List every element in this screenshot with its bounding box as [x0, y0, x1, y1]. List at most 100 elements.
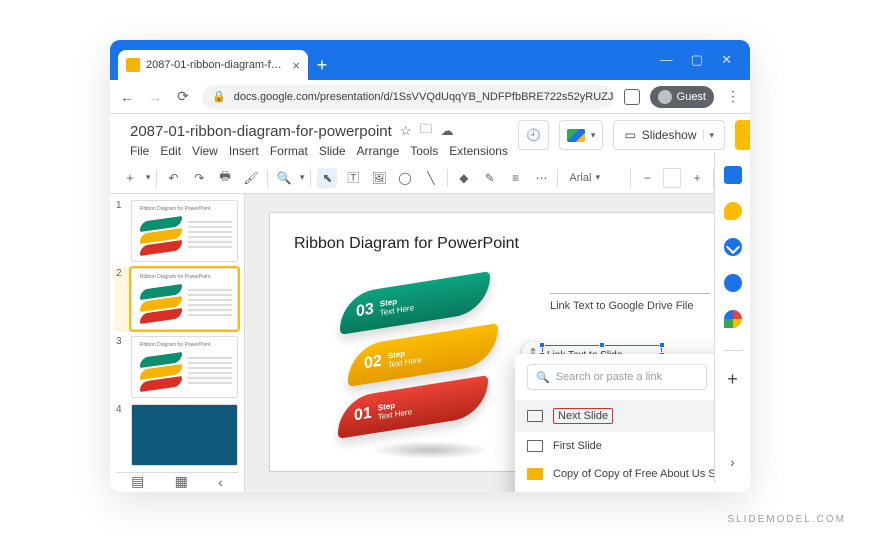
border-dash-icon[interactable]: ⋯	[532, 168, 552, 188]
kebab-menu-icon[interactable]: ⋮	[724, 88, 742, 105]
reload-icon[interactable]: ⟳	[174, 88, 192, 105]
link-search-input[interactable]: 🔍 Search or paste a link	[527, 364, 707, 390]
calendar-icon[interactable]	[724, 166, 742, 184]
back-icon[interactable]: ←	[118, 89, 136, 105]
menu-tools[interactable]: Tools	[410, 144, 438, 158]
font-size-input[interactable]	[663, 168, 681, 188]
side-panel: + ›	[714, 152, 750, 482]
forward-icon[interactable]: →	[146, 89, 164, 105]
url-text: docs.google.com/presentation/d/1SsVVQdUq…	[234, 91, 614, 103]
menu-arrange[interactable]: Arrange	[357, 144, 400, 158]
minimize-icon[interactable]: —	[660, 52, 673, 68]
address-bar[interactable]: 🔒 docs.google.com/presentation/d/1SsVVQd…	[202, 85, 614, 109]
watermark: SLIDEMODEL.COM	[727, 514, 846, 525]
keep-icon[interactable]	[724, 202, 742, 220]
slide-thumb-4[interactable]: 4	[116, 404, 238, 466]
maps-icon[interactable]	[724, 310, 742, 328]
meet-icon	[567, 129, 585, 142]
menu-view[interactable]: View	[192, 144, 218, 158]
slideshow-button[interactable]: ▭ Slideshow ▾	[613, 120, 725, 150]
close-window-icon[interactable]: ✕	[721, 52, 732, 68]
play-icon: ▭	[624, 128, 635, 142]
select-tool-icon[interactable]: ⬉	[317, 168, 337, 188]
new-tab-button[interactable]: +	[308, 50, 336, 80]
editor-toolbar: +▾ ↶ ↷ 🖶 🖌 🔍▾ ⬉ 🅃 🖼 ◯ ╲ ◆ ✎ ≡ ⋯ Arial▾ −…	[110, 162, 750, 194]
slide-thumb-1[interactable]: 1 Ribbon Diagram for PowerPoint	[116, 200, 238, 262]
line-tool-icon[interactable]: ╲	[421, 168, 441, 188]
zoom-icon[interactable]: 🔍	[274, 168, 294, 188]
thumb-mode-bar: ▤ ▦ ‹	[116, 472, 238, 490]
caption-1[interactable]: Link Text to Google Drive File	[550, 300, 710, 312]
extensions-icon[interactable]	[624, 89, 640, 105]
image-tool-icon[interactable]: 🖼	[369, 168, 389, 188]
window-controls: — ▢ ✕	[650, 46, 742, 80]
contacts-icon[interactable]	[724, 274, 742, 292]
share-button[interactable]: 🔒 Share	[735, 120, 750, 150]
right-caption-block[interactable]: Link Text to Google Drive File	[550, 293, 710, 342]
slide-title[interactable]: Ribbon Diagram for PowerPoint	[294, 235, 701, 253]
slide-thumb-3[interactable]: 3 Ribbon Diagram for PowerPoint	[116, 336, 238, 398]
menu-edit[interactable]: Edit	[160, 144, 181, 158]
close-tab-icon[interactable]: ×	[292, 58, 300, 73]
redo-icon[interactable]: ↷	[189, 168, 209, 188]
menu-extensions[interactable]: Extensions	[449, 144, 508, 158]
tab-title: 2087-01-ribbon-diagram-for-po	[146, 59, 286, 71]
ribbon-graphic[interactable]: 03 StepText Here 02 StepText Here 01 Ste…	[330, 283, 510, 453]
border-weight-icon[interactable]: ≡	[506, 168, 526, 188]
link-option-file-2[interactable]: 7881-01-self-introduction-powerpoint-tem…	[515, 488, 750, 492]
slide-panel: 1 Ribbon Diagram for PowerPoint 2 Ribbon…	[110, 194, 245, 492]
menu-slide[interactable]: Slide	[319, 144, 346, 158]
hide-sidepanel-icon[interactable]: ›	[730, 454, 735, 470]
paint-format-icon[interactable]: 🖌	[241, 168, 261, 188]
slide-thumb-2[interactable]: 2 Ribbon Diagram for PowerPoint	[114, 266, 240, 332]
browser-toolbar: ← → ⟳ 🔒 docs.google.com/presentation/d/1…	[110, 80, 750, 114]
history-button[interactable]: 🕘	[518, 120, 549, 150]
font-family-select[interactable]: Arial▾	[564, 167, 624, 189]
lock-icon: 🔒	[212, 90, 226, 103]
profile-chip[interactable]: Guest	[650, 86, 714, 108]
undo-icon[interactable]: ↶	[163, 168, 183, 188]
tasks-icon[interactable]	[724, 238, 742, 256]
ribbon-step-3[interactable]: 03 StepText Here	[340, 271, 490, 335]
link-option-label: Next Slide	[553, 408, 613, 424]
lock-share-icon: 🔒	[746, 128, 750, 142]
profile-label: Guest	[677, 91, 706, 103]
filmstrip-view-icon[interactable]: ▤	[131, 473, 144, 490]
print-icon[interactable]: 🖶	[215, 168, 235, 188]
menu-file[interactable]: File	[130, 144, 149, 158]
meet-button[interactable]: ▾	[559, 120, 604, 150]
addons-plus-icon[interactable]: +	[727, 369, 738, 390]
slide-icon	[527, 440, 543, 452]
maximize-icon[interactable]: ▢	[691, 52, 703, 68]
avatar-icon	[658, 90, 672, 104]
border-color-icon[interactable]: ✎	[480, 168, 500, 188]
menu-insert[interactable]: Insert	[229, 144, 259, 158]
document-title[interactable]: 2087-01-ribbon-diagram-for-powerpoint	[130, 123, 392, 140]
browser-window: 2087-01-ribbon-diagram-for-po × + — ▢ ✕ …	[110, 40, 750, 492]
textbox-tool-icon[interactable]: 🅃	[343, 168, 363, 188]
font-size-increase[interactable]: +	[687, 168, 707, 188]
fill-color-icon[interactable]: ◆	[454, 168, 474, 188]
shape-tool-icon[interactable]: ◯	[395, 168, 415, 188]
link-placeholder: Search or paste a link	[556, 371, 662, 383]
font-size-decrease[interactable]: −	[637, 168, 657, 188]
grid-view-icon[interactable]: ▦	[175, 473, 188, 490]
collapse-panel-icon[interactable]: ‹	[218, 474, 223, 490]
workspace: 1 Ribbon Diagram for PowerPoint 2 Ribbon…	[110, 194, 750, 492]
document-header: 2087-01-ribbon-diagram-for-powerpoint ☆ …	[110, 114, 750, 158]
menu-format[interactable]: Format	[270, 144, 308, 158]
slide-canvas-area: Ribbon Diagram for PowerPoint 03 StepTex…	[245, 194, 750, 492]
move-icon[interactable]: 🗀	[419, 120, 432, 142]
search-icon: 🔍	[536, 371, 550, 384]
star-icon[interactable]: ☆	[400, 123, 412, 139]
new-slide-button[interactable]: +	[120, 168, 140, 188]
cloud-status-icon[interactable]: ☁	[440, 123, 453, 139]
slideshow-label: Slideshow	[642, 128, 697, 142]
browser-tab[interactable]: 2087-01-ribbon-diagram-for-po ×	[118, 50, 308, 80]
browser-titlebar: 2087-01-ribbon-diagram-for-po × + — ▢ ✕	[110, 40, 750, 80]
slideshow-dropdown-icon[interactable]: ▾	[703, 130, 715, 141]
slides-file-icon	[527, 468, 543, 480]
font-label: Arial	[569, 172, 591, 184]
slides-favicon	[126, 58, 140, 72]
menu-bar: File Edit View Insert Format Slide Arran…	[130, 144, 508, 158]
